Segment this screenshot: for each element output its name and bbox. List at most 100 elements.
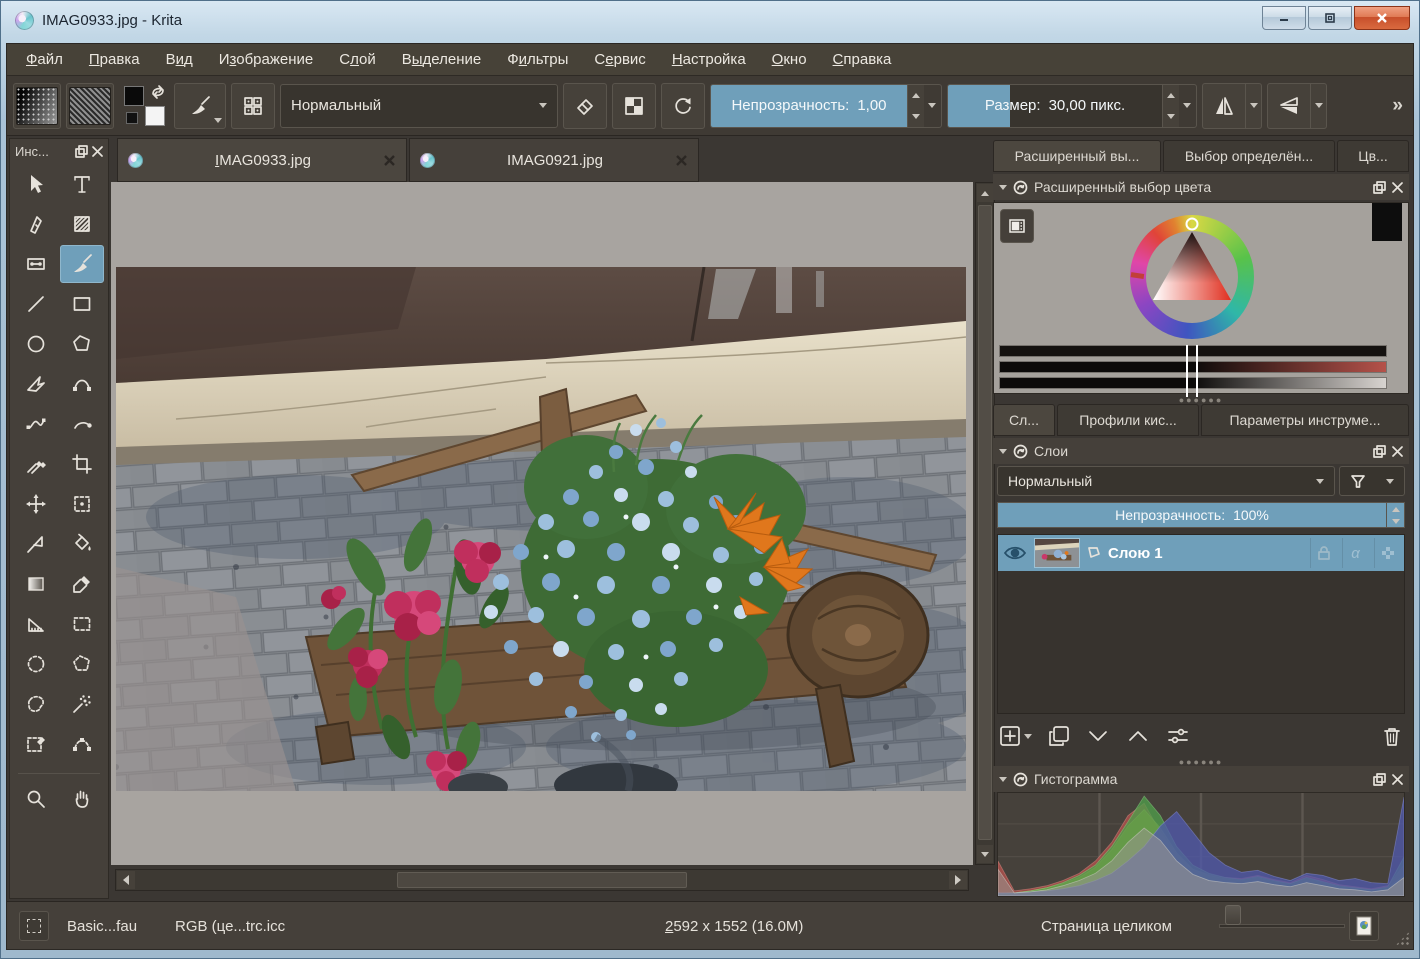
size-slider[interactable]: Размер: 30,00 пикс. <box>948 85 1162 127</box>
zoom-slider[interactable] <box>1219 902 1345 950</box>
reset-colors-icon[interactable] <box>126 112 138 124</box>
tool-crop[interactable] <box>60 445 104 483</box>
brush-presets-dropdown-button[interactable] <box>174 83 226 129</box>
layers-docker-header[interactable]: Слои <box>993 438 1409 464</box>
float-docker-icon[interactable] <box>1373 445 1386 458</box>
close-tab-icon[interactable] <box>383 154 396 167</box>
splitter-handle[interactable]: ●●●●●● <box>993 758 1409 766</box>
minimize-button[interactable] <box>1262 6 1306 30</box>
size-options-dropdown[interactable] <box>1179 85 1194 127</box>
layer-properties-button[interactable] <box>1166 726 1190 746</box>
scroll-right-arrow[interactable] <box>949 871 967 889</box>
size-spinner[interactable] <box>1162 85 1179 127</box>
mirror-vertical-options[interactable] <box>1311 83 1327 129</box>
tool-gradient[interactable] <box>14 565 58 603</box>
tool-rectangle[interactable] <box>60 285 104 323</box>
layer-alpha-lock-icon[interactable]: α <box>1342 538 1368 568</box>
tool-polygon[interactable] <box>60 325 104 363</box>
tool-move[interactable] <box>14 485 58 523</box>
splitter-handle[interactable]: ●●●●●● <box>993 396 1409 404</box>
strip-marker[interactable] <box>1186 345 1188 397</box>
mirror-horizontal-button[interactable] <box>1202 83 1246 129</box>
menu-tools[interactable]: Сервис <box>581 44 658 76</box>
vertical-scroll-thumb[interactable] <box>978 205 992 840</box>
tool-gradient-edit[interactable] <box>14 245 58 283</box>
add-layer-button[interactable] <box>999 725 1032 747</box>
hue-marker[interactable] <box>1187 219 1198 230</box>
advanced-color-selector-header[interactable]: Расширенный выбор цвета <box>993 174 1409 200</box>
close-docker-icon[interactable] <box>1392 446 1403 457</box>
opacity-slider[interactable]: Непрозрачность: 1,00 <box>711 85 907 127</box>
scroll-down-arrow[interactable] <box>977 845 993 863</box>
opacity-spinner[interactable] <box>907 85 924 127</box>
tab-layers[interactable]: Сл... <box>993 404 1055 436</box>
blend-mode-combo[interactable]: Нормальный <box>280 84 558 128</box>
tool-bezier-curve[interactable] <box>60 365 104 403</box>
brush-preset-grid-button[interactable] <box>231 83 275 129</box>
move-layer-down-button[interactable] <box>1086 727 1110 745</box>
menu-select[interactable]: Выделение <box>389 44 495 76</box>
layer-filter-button[interactable] <box>1339 466 1405 496</box>
layer-lock-icon[interactable] <box>1310 538 1336 568</box>
layer-inherit-alpha-icon[interactable] <box>1374 538 1400 568</box>
opacity-options-dropdown[interactable] <box>924 85 939 127</box>
canvas[interactable]: .f1{fill:#7fa6cc}.f2{fill:#9dbfdd}.f3{fi… <box>111 182 973 865</box>
tab-specific-color-selector[interactable]: Выбор определён... <box>1163 140 1335 172</box>
tool-select-elliptical[interactable] <box>14 645 58 683</box>
tool-select-freehand[interactable] <box>14 685 58 723</box>
zoom-slider-thumb[interactable] <box>1225 905 1241 925</box>
tool-measure[interactable] <box>14 605 58 643</box>
histogram-docker-header[interactable]: Гистограмма <box>993 766 1409 792</box>
color-selector-settings-button[interactable] <box>1000 209 1034 243</box>
menu-image[interactable]: Изображение <box>206 44 327 76</box>
tab-brush-presets[interactable]: Профили кис... <box>1057 404 1199 436</box>
menu-window[interactable]: Окно <box>759 44 820 76</box>
doc-tab-imag0933[interactable]: IMAG0933.jpg <box>117 138 407 182</box>
layer-list[interactable]: Слою 1 α <box>997 534 1405 714</box>
titlebar[interactable]: IMAG0933.jpg - Krita <box>1 1 1419 43</box>
close-docker-icon[interactable] <box>1392 774 1403 785</box>
tool-fill[interactable] <box>60 525 104 563</box>
menu-settings[interactable]: Настройка <box>659 44 759 76</box>
collapse-docker-icon[interactable] <box>999 449 1007 454</box>
zoom-mode-label[interactable]: Страница целиком <box>1041 902 1172 950</box>
float-docker-icon[interactable] <box>1373 181 1386 194</box>
menu-filters[interactable]: Фильтры <box>494 44 581 76</box>
docker-pin-icon[interactable] <box>1013 180 1028 195</box>
background-color-swatch[interactable] <box>145 106 165 126</box>
tool-dynamic-brush[interactable] <box>60 405 104 443</box>
pattern-swatch-button[interactable] <box>66 83 114 129</box>
layer-visibility-icon[interactable] <box>1002 542 1028 564</box>
tab-advanced-color-selector[interactable]: Расширенный вы... <box>993 140 1161 172</box>
swap-colors-icon[interactable] <box>149 84 167 100</box>
vertical-scrollbar[interactable] <box>975 182 995 865</box>
gradient-swatch-button[interactable] <box>13 83 61 129</box>
close-docker-icon[interactable] <box>1392 182 1403 193</box>
horizontal-scrollbar[interactable] <box>115 869 969 891</box>
tool-freehand-path[interactable] <box>14 405 58 443</box>
collapse-docker-icon[interactable] <box>999 185 1007 190</box>
tool-line[interactable] <box>14 285 58 323</box>
collapse-docker-icon[interactable] <box>999 777 1007 782</box>
tab-tool-options[interactable]: Параметры инструме... <box>1201 404 1409 436</box>
move-layer-up-button[interactable] <box>1126 727 1150 745</box>
docker-pin-icon[interactable] <box>1013 444 1028 459</box>
menu-file[interactable]: Файл <box>13 44 76 76</box>
color-strip-3[interactable] <box>999 377 1387 389</box>
close-button[interactable] <box>1354 6 1410 30</box>
tool-select-similar[interactable] <box>14 725 58 763</box>
tool-select-contiguous[interactable] <box>60 685 104 723</box>
color-strip-1[interactable] <box>999 345 1387 357</box>
tab-color[interactable]: Цв... <box>1337 140 1409 172</box>
layer-name[interactable]: Слою 1 <box>1108 545 1304 562</box>
foreground-background-colors[interactable] <box>119 83 169 129</box>
advanced-color-selector[interactable] <box>993 202 1409 394</box>
float-docker-icon[interactable] <box>75 145 88 158</box>
tool-pan[interactable] <box>60 780 104 818</box>
duplicate-layer-button[interactable] <box>1048 725 1070 747</box>
reload-original-preset-button[interactable] <box>661 83 705 129</box>
layer-thumbnail[interactable] <box>1034 538 1080 568</box>
tool-calligraphy[interactable] <box>14 205 58 243</box>
float-docker-icon[interactable] <box>1373 773 1386 786</box>
preserve-alpha-button[interactable] <box>612 83 656 129</box>
